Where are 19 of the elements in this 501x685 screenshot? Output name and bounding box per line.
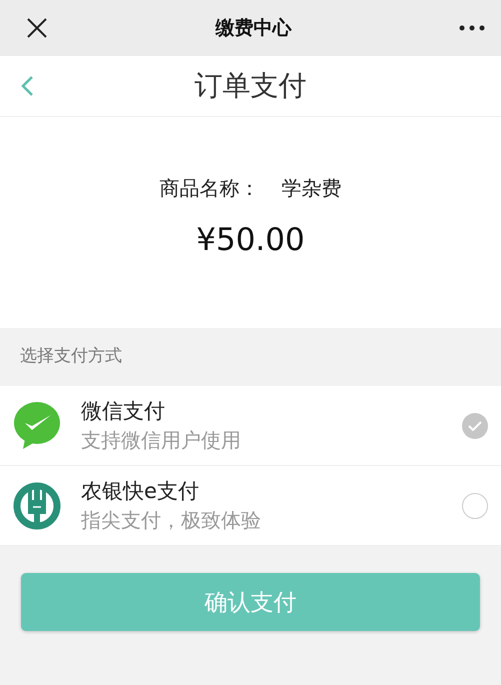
payment-option[interactable]: 农银快e支付 指尖支付，极致体验 (0, 466, 501, 546)
product-label: 商品名称： (160, 175, 260, 202)
more-icon[interactable] (459, 25, 485, 31)
payment-name: 农银快e支付 (81, 478, 200, 505)
check-icon (468, 420, 482, 430)
product-name: 学杂费 (282, 175, 342, 202)
close-icon[interactable] (26, 17, 48, 39)
radio-button[interactable] (462, 412, 488, 438)
chat-check-icon (13, 400, 61, 450)
payment-option[interactable]: 微信支付 支持微信用户使用 (0, 386, 501, 466)
page-title: 订单支付 (194, 68, 306, 104)
window-title: 缴费中心 (216, 16, 292, 41)
payment-name: 微信支付 (81, 398, 166, 425)
back-icon[interactable] (20, 75, 34, 97)
bank-logo-icon (13, 482, 61, 530)
payment-description: 支持微信用户使用 (81, 427, 242, 454)
price: ¥50.00 (196, 222, 305, 258)
radio-button[interactable] (462, 492, 488, 518)
payment-description: 指尖支付，极致体验 (81, 507, 262, 534)
